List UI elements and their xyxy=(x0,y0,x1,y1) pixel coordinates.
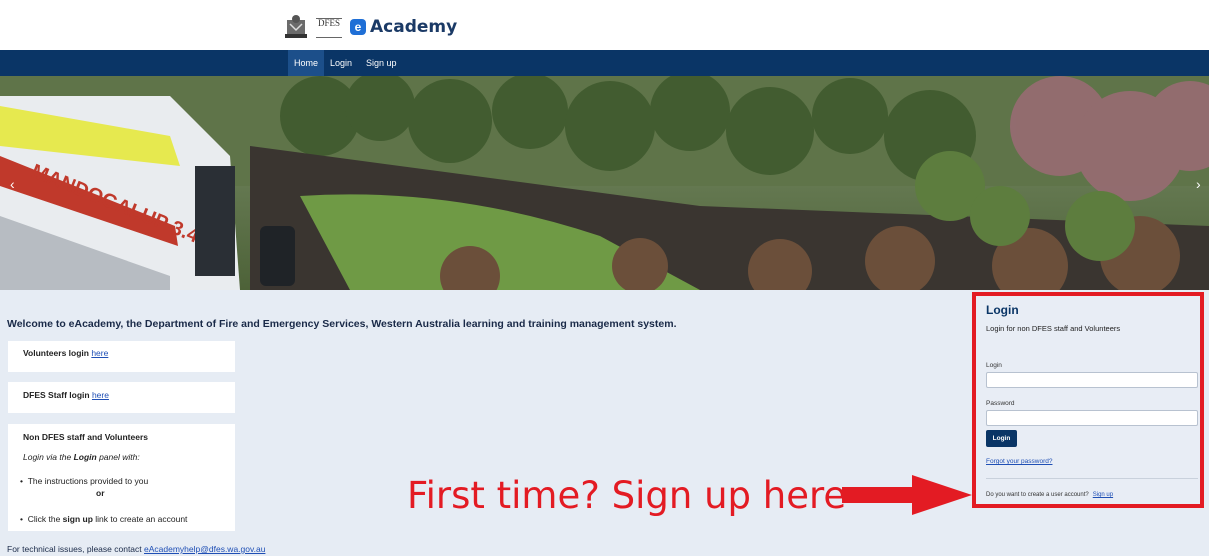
bullet-instructions: • The instructions provided to you xyxy=(20,476,149,486)
dfes-staff-login-link[interactable]: here xyxy=(92,390,109,400)
volunteers-login-label: Volunteers login xyxy=(23,348,92,358)
technical-support-footer: For technical issues, please contact eAc… xyxy=(7,544,265,554)
password-input[interactable] xyxy=(986,410,1198,426)
dfes-staff-login-text: DFES Staff login here xyxy=(23,390,109,400)
volunteers-login-card: Volunteers login here xyxy=(8,341,235,372)
bullet-signup: • Click the sign up link to create an ac… xyxy=(20,514,188,524)
welcome-heading: Welcome to eAcademy, the Department of F… xyxy=(7,318,677,330)
forgot-password-link[interactable]: Forgot your password? xyxy=(986,458,1052,465)
login-panel-title: Login xyxy=(986,303,1019,317)
signup-annotation-text: First time? Sign up here xyxy=(407,474,847,517)
create-account-text: Do you want to create a user account? xyxy=(986,492,1089,498)
dfes-staff-login-label: DFES Staff login xyxy=(23,390,92,400)
password-field-label: Password xyxy=(986,400,1015,407)
dfes-logo: DFES xyxy=(316,18,342,38)
login-field-label: Login xyxy=(986,362,1002,369)
login-via-bold: Login xyxy=(73,452,97,462)
eacademy-logo-text: Academy xyxy=(370,17,458,37)
nav-home[interactable]: Home xyxy=(288,50,325,76)
volunteers-login-text: Volunteers login here xyxy=(23,348,108,358)
login-panel-divider xyxy=(986,478,1198,479)
bullet-signup-suffix: link to create an account xyxy=(92,514,188,524)
bullet-instructions-text: The instructions provided to you xyxy=(27,476,149,486)
signup-link[interactable]: Sign up xyxy=(1093,492,1113,498)
dfes-staff-login-card: DFES Staff login here xyxy=(8,382,235,413)
login-input[interactable] xyxy=(986,372,1198,388)
login-via-prefix: Login via the xyxy=(23,452,74,462)
create-account-prompt: Do you want to create a user account? Sig… xyxy=(986,492,1113,498)
non-dfes-info-card: Non DFES staff and Volunteers Login via … xyxy=(8,424,235,531)
bullet-signup-prefix: Click the xyxy=(27,514,63,524)
chevron-left-icon[interactable]: ‹ xyxy=(10,176,15,192)
login-panel: Login Login for non DFES staff and Volun… xyxy=(972,292,1204,508)
nav-login[interactable]: Login xyxy=(324,50,358,76)
login-panel-subtitle: Login for non DFES staff and Volunteers xyxy=(986,324,1121,333)
chevron-right-icon[interactable]: › xyxy=(1196,176,1201,192)
footer-prefix: For technical issues, please contact xyxy=(7,544,145,554)
site-header: DFES e Academy xyxy=(0,0,1209,50)
hero-carousel-image: MANDOGALUP 3.4U ‹ › xyxy=(0,76,1209,290)
non-dfes-title: Non DFES staff and Volunteers xyxy=(23,432,148,442)
nav-signup[interactable]: Sign up xyxy=(360,50,403,76)
annotation-arrow-icon xyxy=(842,475,972,515)
support-email-link[interactable]: eAcademyhelp@dfes.wa.gov.au xyxy=(144,544,265,554)
login-button[interactable]: Login xyxy=(986,430,1017,447)
bushfire-landscape-image: MANDOGALUP 3.4U xyxy=(0,76,1209,290)
eacademy-e-icon: e xyxy=(350,19,366,35)
wa-government-crest-logo xyxy=(285,15,307,38)
or-text: or xyxy=(96,488,105,498)
login-via-text: Login via the Login panel with: xyxy=(23,452,140,462)
main-navbar: Home Login Sign up xyxy=(0,50,1209,76)
volunteers-login-link[interactable]: here xyxy=(91,348,108,358)
login-via-suffix: panel with: xyxy=(96,452,140,462)
bullet-signup-bold: sign up xyxy=(62,514,93,524)
